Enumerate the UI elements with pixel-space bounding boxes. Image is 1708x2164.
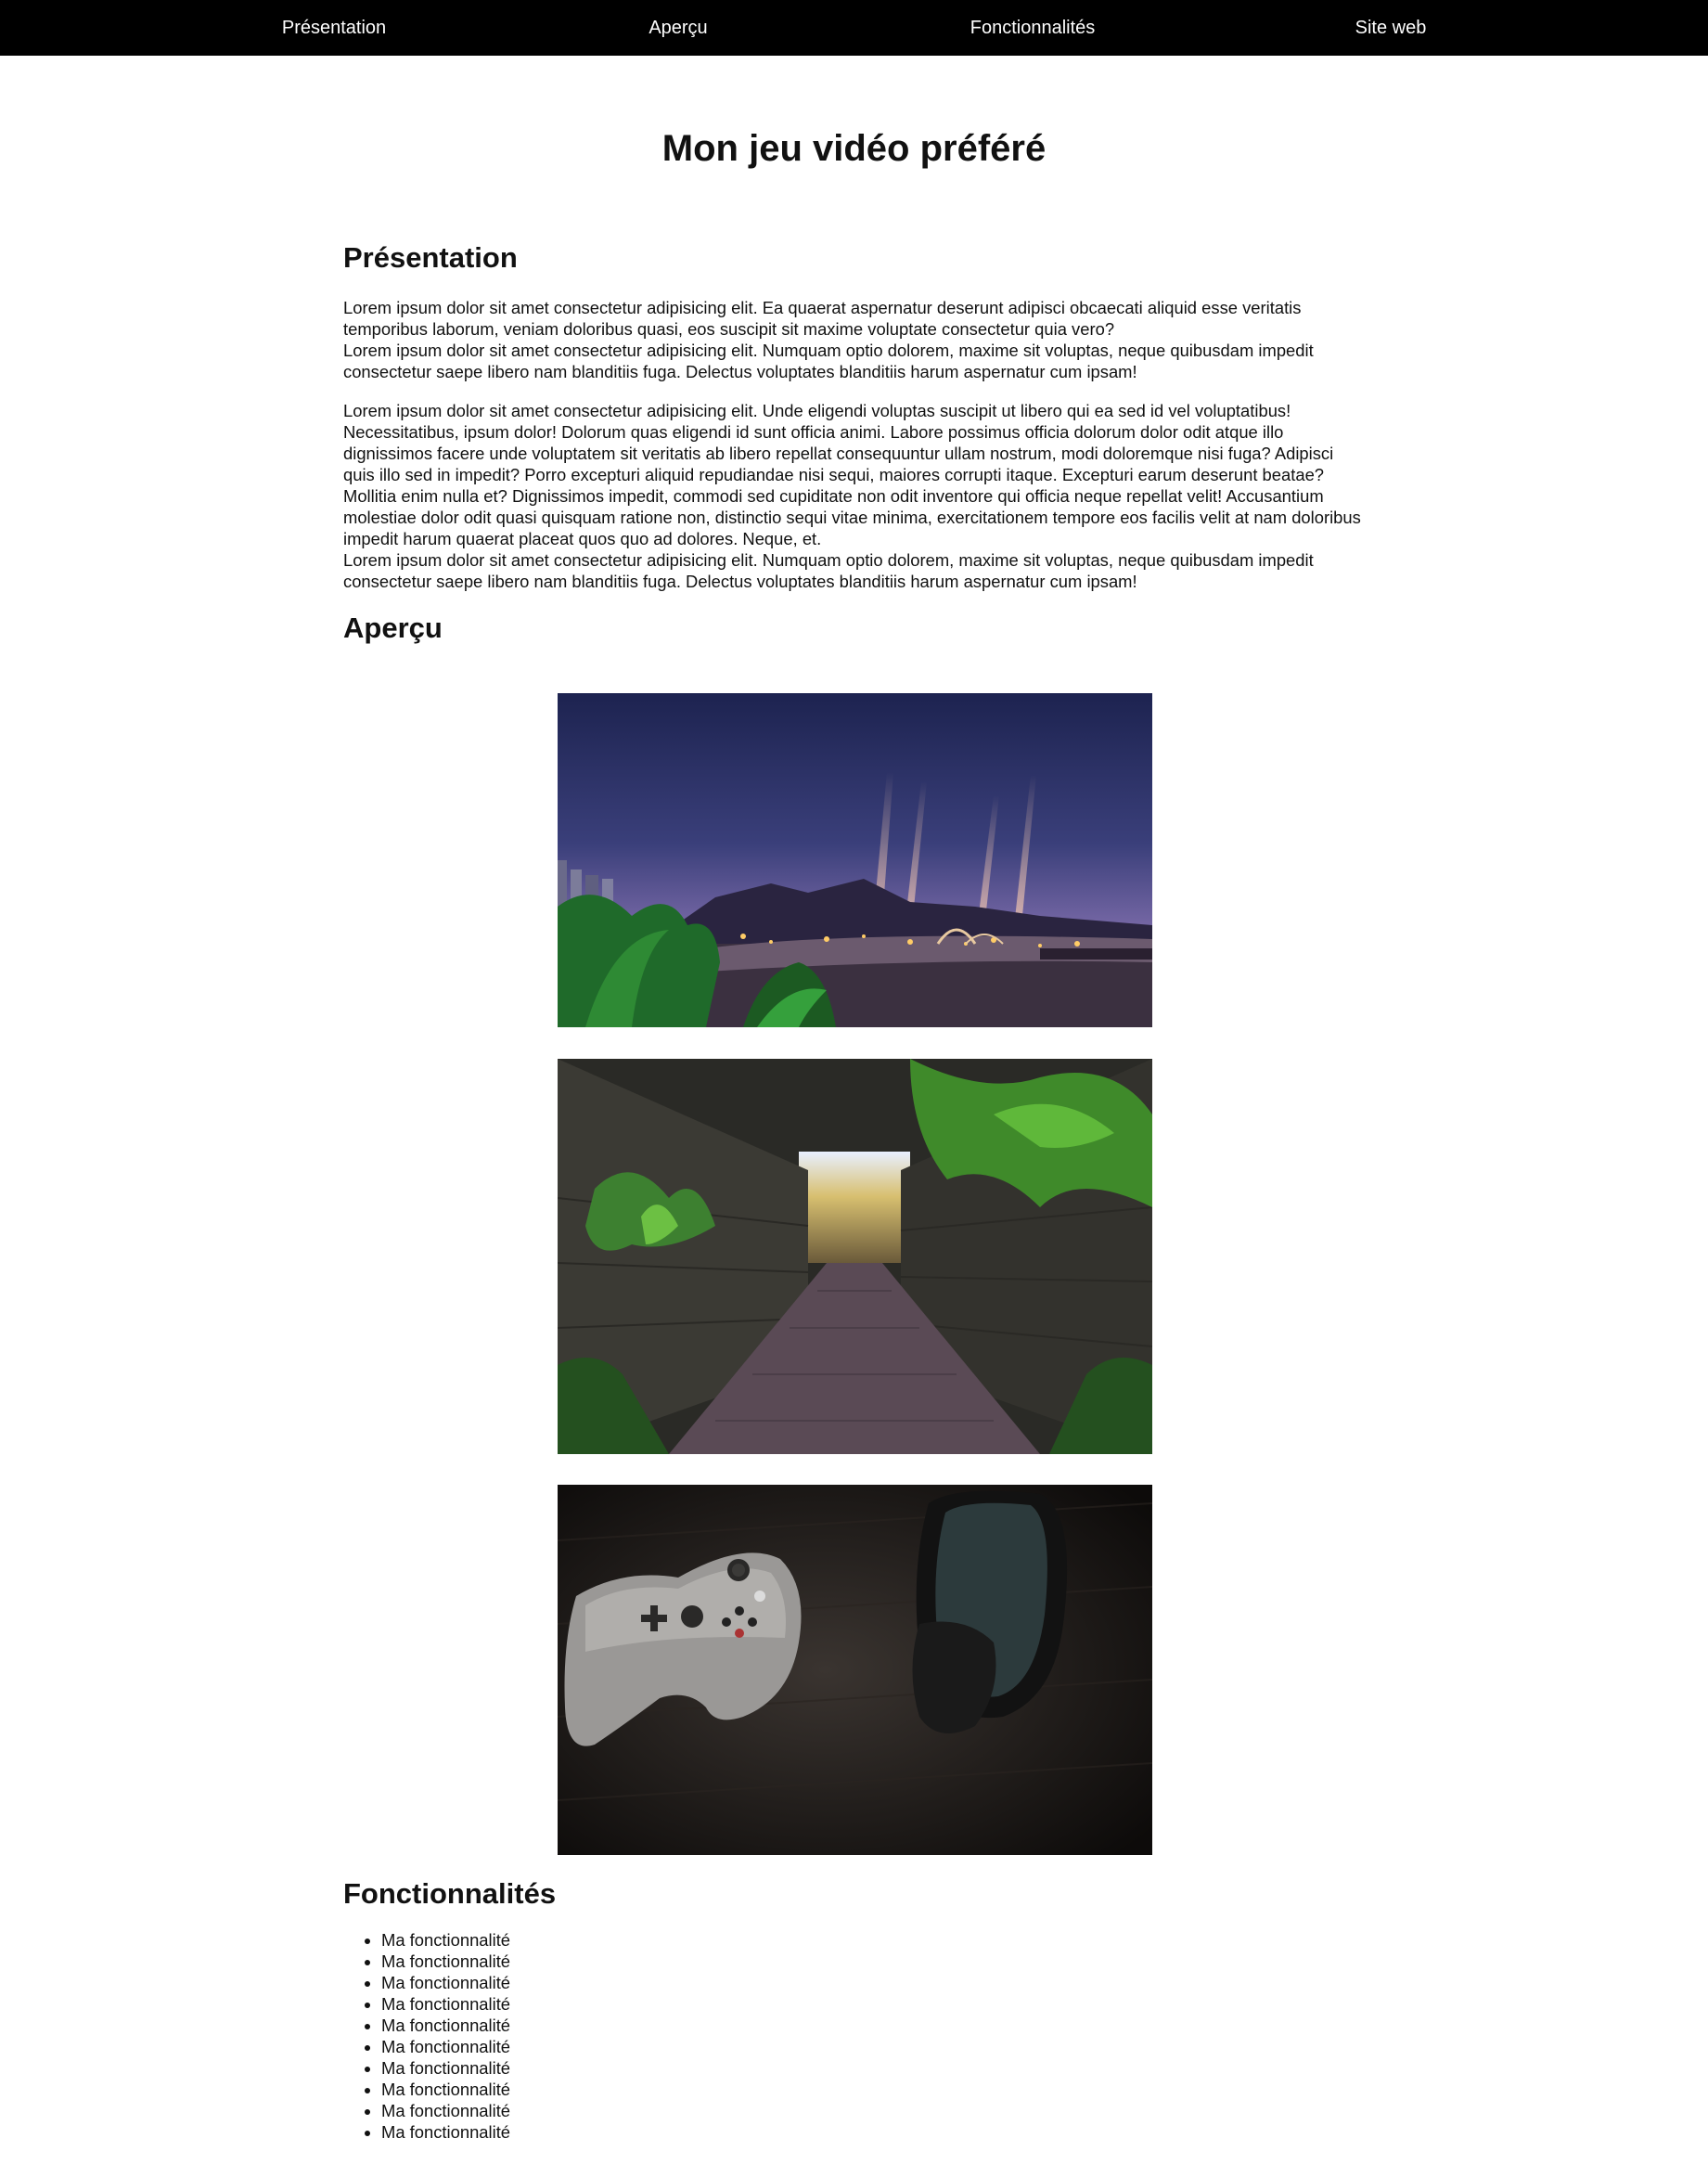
- presentation-paragraph-2: Lorem ipsum dolor sit amet consectetur a…: [343, 400, 1368, 592]
- paragraph-text: Lorem ipsum dolor sit amet consectetur a…: [343, 401, 1361, 548]
- list-item: Ma fonctionnalité: [381, 2079, 510, 2100]
- list-item: Ma fonctionnalité: [381, 2015, 510, 2036]
- list-item: Ma fonctionnalité: [381, 1929, 510, 1951]
- section-heading-presentation: Présentation: [343, 241, 518, 274]
- apercu-image-jungle-alley: [558, 1059, 1152, 1454]
- presentation-paragraph-1: Lorem ipsum dolor sit amet consectetur a…: [343, 297, 1368, 382]
- nav-link-apercu[interactable]: Aperçu: [649, 0, 707, 56]
- apercu-image-night-park: [558, 693, 1152, 1027]
- list-item: Ma fonctionnalité: [381, 1951, 510, 1972]
- list-item: Ma fonctionnalité: [381, 2057, 510, 2079]
- apercu-image-controller: [558, 1485, 1152, 1855]
- nav-link-presentation[interactable]: Présentation: [282, 0, 386, 56]
- nav-link-fonctionnalites[interactable]: Fonctionnalités: [970, 0, 1096, 56]
- list-item: Ma fonctionnalité: [381, 1972, 510, 1993]
- list-item: Ma fonctionnalité: [381, 1993, 510, 2015]
- paragraph-text: Lorem ipsum dolor sit amet consectetur a…: [343, 298, 1302, 339]
- feature-list: Ma fonctionnalité Ma fonctionnalité Ma f…: [343, 1929, 510, 2143]
- list-item: Ma fonctionnalité: [381, 2121, 510, 2143]
- page-title: Mon jeu vidéo préféré: [661, 128, 1047, 169]
- list-item: Ma fonctionnalité: [381, 2100, 510, 2121]
- list-item: Ma fonctionnalité: [381, 2036, 510, 2057]
- section-heading-fonctionnalites: Fonctionnalités: [343, 1877, 557, 1910]
- top-navbar: Présentation Aperçu Fonctionnalités Site…: [0, 0, 1708, 56]
- paragraph-text: Lorem ipsum dolor sit amet consectetur a…: [343, 550, 1314, 591]
- nav-link-site-web[interactable]: Site web: [1355, 0, 1427, 56]
- section-heading-apercu: Aperçu: [343, 612, 443, 644]
- paragraph-text: Lorem ipsum dolor sit amet consectetur a…: [343, 341, 1314, 381]
